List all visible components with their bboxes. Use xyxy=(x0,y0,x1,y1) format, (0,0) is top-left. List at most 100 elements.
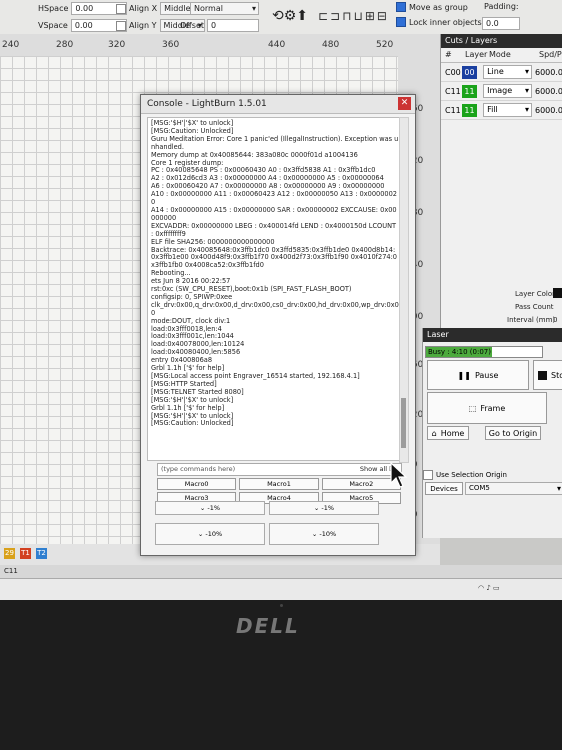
move-as-group-field: Move as group xyxy=(396,2,468,12)
stop-icon xyxy=(538,370,547,380)
console-log: [MSG:'$H'|'$X' to unlock] [MSG:Caution: U… xyxy=(147,117,403,461)
cuts-row-layer-badge: 11 xyxy=(461,84,478,98)
move-as-group-checkbox[interactable] xyxy=(396,2,406,12)
use-selection-origin-field: Use Selection Origin xyxy=(423,470,507,480)
go-to-origin-label: Go to Origin xyxy=(488,428,538,438)
top-toolbar: HSpace 0.00 VSpace 0.00 Align X Middle A… xyxy=(0,0,562,35)
step-down-large-button[interactable]: ⌄ -10% xyxy=(155,523,265,545)
home-button[interactable]: ⌂ Home xyxy=(427,426,469,440)
interval-label: Interval (mm) xyxy=(507,316,556,324)
console-log-line: Backtrace: 0x40085648:0x3ffb1dc0 0x3ffd5… xyxy=(151,245,398,270)
pass-count-label: Pass Count xyxy=(515,303,554,311)
palette-swatch[interactable]: 29 xyxy=(4,548,15,559)
palette-swatch-label: T1 xyxy=(21,549,30,557)
frame-icon: ⬚ xyxy=(468,403,477,413)
laser-panel: Laser Busy : 4:10 (0:07) ❚❚ Pause Stop ⬚… xyxy=(422,328,562,538)
devices-button[interactable]: Devices xyxy=(425,482,463,495)
cuts-header-num: # xyxy=(445,50,452,59)
go-to-origin-button[interactable]: Go to Origin xyxy=(485,426,541,440)
console-scrollbar[interactable] xyxy=(399,117,409,463)
ruler-top-label: 520 xyxy=(376,40,394,50)
palette-swatch[interactable]: T1 xyxy=(20,548,31,559)
cuts-row-mode-select[interactable]: Image xyxy=(483,84,532,98)
busy-text: Busy : 4:10 (0:07) xyxy=(428,348,491,356)
ruler-top-label: 480 xyxy=(322,40,340,50)
console-log-line: EXCVADDR: 0x00000000 LBEG : 0x400014fd L… xyxy=(151,221,397,238)
cuts-row-mode-select[interactable]: Fill xyxy=(483,103,532,117)
interval-value[interactable]: 0 xyxy=(553,316,557,324)
use-selection-origin-checkbox[interactable] xyxy=(423,470,433,480)
cuts-row-speed: 6000.0 xyxy=(535,105,562,115)
status-layer-text: C11 xyxy=(4,567,18,575)
console-input-placeholder: (type commands here) xyxy=(161,465,236,473)
lock-inner-field: Lock inner objects xyxy=(396,17,482,27)
align-y-checkbox[interactable] xyxy=(116,20,126,31)
normal-field: Normal xyxy=(190,2,259,15)
cuts-layer-row[interactable]: C0000 Line6000.0 xyxy=(441,63,562,82)
step-down-button[interactable]: ⌄ -1% xyxy=(269,501,379,515)
close-icon[interactable]: ✕ xyxy=(398,97,411,110)
lock-inner-checkbox[interactable] xyxy=(396,17,406,27)
palette-swatch-label: T2 xyxy=(37,549,46,557)
cuts-row-mode-select[interactable]: Line xyxy=(483,65,532,79)
align-x-label: Align X xyxy=(129,4,158,13)
ruler-top-label: 320 xyxy=(108,40,126,50)
console-log-line: [MSG:Caution: Unlocked] xyxy=(151,419,234,428)
mouse-cursor-icon xyxy=(390,462,408,488)
vspace-field: VSpace 0.00 xyxy=(38,19,127,32)
cuts-layer-row[interactable]: C1111 Image6000.0 xyxy=(441,82,562,101)
padding-label: Padding: xyxy=(484,2,519,11)
home-label: Home xyxy=(440,428,465,438)
ruler-top-label: 240 xyxy=(2,40,20,50)
use-selection-origin-label: Use Selection Origin xyxy=(436,471,507,479)
palette-swatch[interactable]: T2 xyxy=(36,548,47,559)
cuts-layer-row[interactable]: C1111 Fill6000.0 xyxy=(441,101,562,120)
cuts-row-layer-badge: 11 xyxy=(461,103,478,117)
cuts-header-mode: Mode xyxy=(489,50,511,59)
palette-swatch-label: 29 xyxy=(5,549,14,557)
ruler-top-label: 440 xyxy=(268,40,286,50)
wifi-icon: ◠ ♪ ▭ xyxy=(478,584,500,592)
vspace-label: VSpace xyxy=(38,21,68,30)
step-down-button[interactable]: ⌄ -1% xyxy=(155,501,265,515)
screen: HSpace 0.00 VSpace 0.00 Align X Middle A… xyxy=(0,0,562,600)
frame-button[interactable]: ⬚ Frame xyxy=(427,392,547,424)
cuts-layers-panel: Cuts / Layers # Layer Mode Spd/P C00 00 Li… xyxy=(440,34,562,334)
normal-select[interactable]: Normal xyxy=(190,2,259,15)
stop-label: Stop xyxy=(551,370,562,380)
cuts-table-header: # Layer Mode Spd/P xyxy=(441,48,562,63)
align-x-checkbox[interactable] xyxy=(116,3,126,14)
port-select[interactable]: COM5 xyxy=(465,482,562,495)
stop-button[interactable]: Stop xyxy=(533,360,562,390)
rotate-tools-icon[interactable]: ⟲⚙⬆ xyxy=(272,6,312,26)
console-window: Console - LightBurn 1.5.01 ✕ [MSG:'$H'|'… xyxy=(140,94,416,556)
console-scrollbar-thumb[interactable] xyxy=(401,398,406,448)
layer-color-label: Layer Color xyxy=(515,290,556,298)
pause-icon: ❚❚ xyxy=(457,370,471,380)
pause-label: Pause xyxy=(474,370,499,380)
devices-label: Devices xyxy=(430,484,458,493)
lock-inner-label: Lock inner objects xyxy=(409,17,482,27)
cuts-row-num: C00 xyxy=(445,67,461,77)
console-title: Console - LightBurn 1.5.01 xyxy=(147,99,267,109)
offset-input[interactable]: 0 xyxy=(207,19,260,32)
align-y-label: Align Y xyxy=(129,21,157,30)
hspace-label: HSpace xyxy=(38,4,69,13)
step-down-large-button[interactable]: ⌄ -10% xyxy=(269,523,379,545)
console-log-line: clk_drv:0x00,q_drv:0x00,d_drv:0x00,cs0_d… xyxy=(151,300,399,317)
laser-panel-title: Laser xyxy=(423,328,562,342)
cuts-panel-title: Cuts / Layers xyxy=(441,34,562,48)
pause-button[interactable]: ❚❚ Pause xyxy=(427,360,529,390)
cuts-row-speed: 6000.0 xyxy=(535,67,562,77)
frame-label: Frame xyxy=(480,403,506,413)
align-tools-icon[interactable]: ⊏⊐⊓⊔⊞⊟ xyxy=(318,6,390,26)
ruler-top-label: 360 xyxy=(162,40,180,50)
console-command-input[interactable]: (type commands here) Show all ☐ xyxy=(157,463,402,476)
padding-input[interactable]: 0.0 xyxy=(482,17,520,30)
layer-color-swatch[interactable] xyxy=(553,288,562,298)
macro-button[interactable]: Macro1 xyxy=(239,478,319,490)
macro-button[interactable]: Macro0 xyxy=(157,478,237,490)
console-log-line: A14 : 0x00000000 A15 : 0x00000000 SAR : … xyxy=(151,205,397,222)
ruler-top: 240 280 320 360 440 480 520 xyxy=(0,34,440,56)
move-as-group-label: Move as group xyxy=(409,2,468,12)
